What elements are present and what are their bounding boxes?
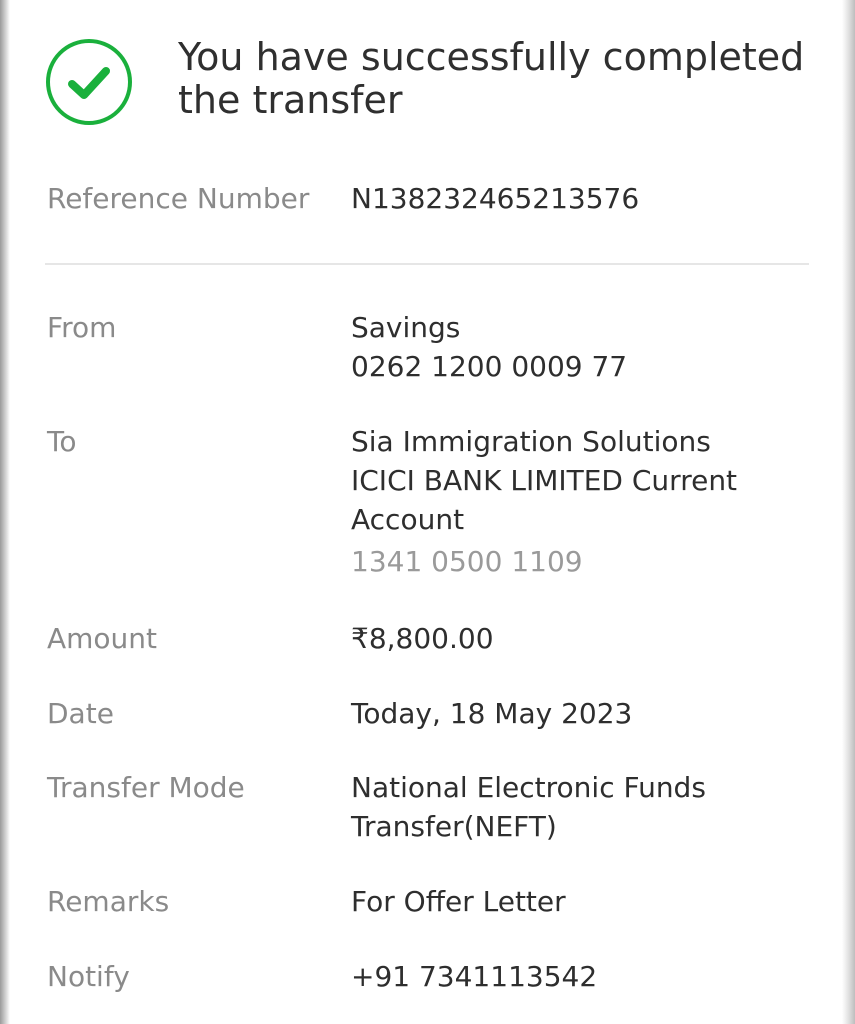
transfer-mode-line2: Transfer(NEFT) (351, 810, 557, 843)
from-value: Savings 0262 1200 0009 77 (351, 308, 811, 386)
from-label: From (47, 311, 117, 344)
from-account-type: Savings (351, 311, 461, 344)
transfer-mode-label: Transfer Mode (47, 771, 245, 804)
date-value: Today, 18 May 2023 (351, 697, 633, 730)
payee-account-number: 1341 0500 1109 (351, 545, 583, 578)
amount-label: Amount (47, 622, 158, 655)
notify-label: Notify (47, 960, 130, 993)
date-label: Date (47, 697, 114, 730)
transfer-mode-line1: National Electronic Funds (351, 771, 706, 804)
remarks-value: For Offer Letter (351, 885, 566, 918)
reference-number-label: Reference Number (47, 182, 310, 215)
screen-frame: You have successfully completed the tran… (0, 0, 855, 1024)
success-headline: You have successfully completed the tran… (178, 35, 805, 122)
notify-value: +91 7341113542 (351, 960, 598, 993)
from-account-number: 0262 1200 0009 77 (351, 350, 628, 383)
divider (45, 263, 809, 265)
amount-value: ₹8,800.00 (351, 622, 494, 655)
to-label: To (47, 425, 77, 458)
transfer-mode-value: National Electronic Funds Transfer(NEFT) (351, 768, 811, 846)
reference-number-value: N138232465213576 (351, 182, 640, 215)
payee-bank-line2: Account (351, 503, 465, 536)
remarks-label: Remarks (47, 885, 170, 918)
payee-bank-line1: ICICI BANK LIMITED Current (351, 464, 738, 497)
check-circle-icon (45, 38, 133, 126)
to-value: Sia Immigration Solutions ICICI BANK LIM… (351, 422, 811, 581)
payee-name: Sia Immigration Solutions (351, 425, 711, 458)
